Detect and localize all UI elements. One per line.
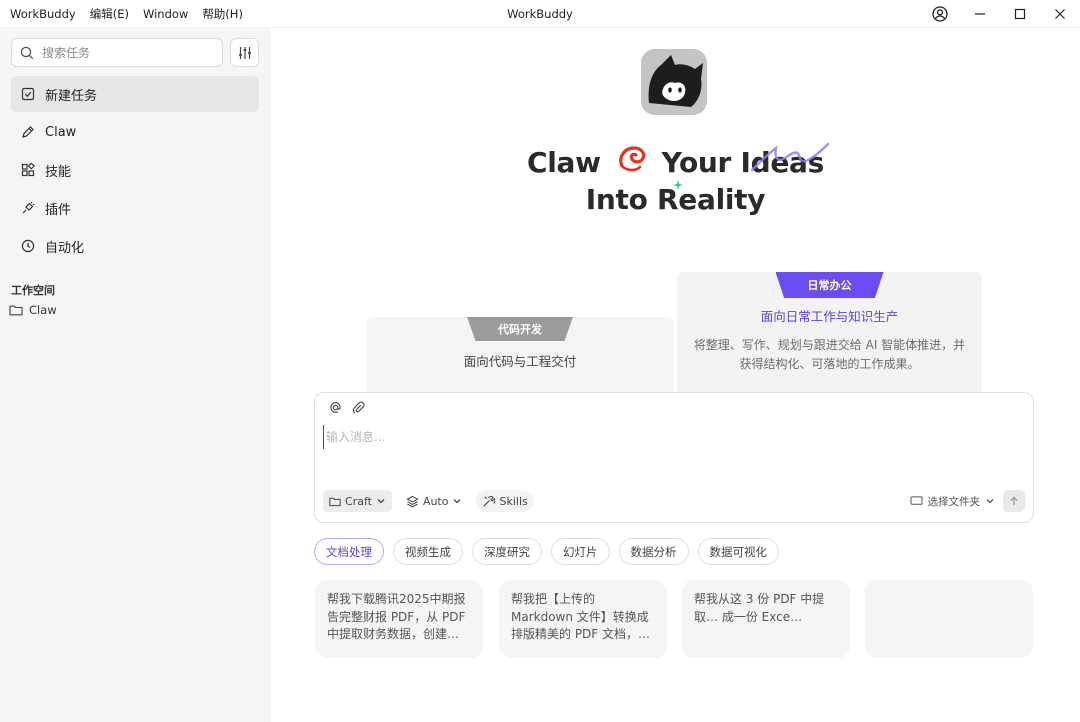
message-input[interactable] (323, 425, 1023, 449)
category-chips: 文档处理 视频生成 深度研究 幻灯片 数据分析 数据可视化 (314, 538, 779, 565)
chip-deep-research[interactable]: 深度研究 (472, 538, 542, 565)
hero-headline-line1: Claw Your Ideas (271, 142, 1080, 179)
suggestion-card[interactable]: 帮我下载腾讯2025中期报告完整财报 PDF，从 PDF 中提取财务数据，创建一… (315, 580, 483, 658)
mode-description-office: 将整理、写作、规划与跟进交给 AI 智能体推进，并获得结构化、可落地的工作成果。 (693, 338, 966, 371)
composer-actions: 选择文件夹 (909, 490, 1025, 512)
model-select-label: Auto (422, 494, 449, 508)
suggestion-card[interactable] (865, 580, 1033, 658)
chevron-down-icon (986, 499, 994, 504)
message-composer: Craft Auto Skills 选择文件夹 (314, 392, 1034, 523)
chevron-down-icon (377, 499, 385, 504)
close-button[interactable] (1040, 0, 1080, 28)
folder-select[interactable]: 选择文件夹 (909, 494, 996, 509)
mode-subtitle-dev: 面向代码与工程交付 (463, 354, 577, 369)
user-circle-icon (932, 6, 948, 22)
sidebar-item-new-task[interactable]: 新建任务 (11, 76, 259, 112)
chip-data-analysis[interactable]: 数据分析 (618, 538, 689, 565)
search-icon (20, 46, 34, 59)
sidebar-item-label: Claw (45, 124, 77, 140)
search-input[interactable] (40, 44, 210, 61)
folder-icon (329, 497, 341, 506)
folder-icon (9, 304, 23, 316)
sidebar-item-claw[interactable]: Claw (11, 114, 259, 150)
mode-badge-office: 日常办公 (775, 272, 884, 298)
mode-badge-dev: 代码开发 (467, 317, 573, 341)
send-button[interactable] (1003, 490, 1025, 512)
search-box (11, 38, 223, 67)
chip-data-visualization[interactable]: 数据可视化 (697, 538, 779, 565)
workspace-title: 工作空间 (11, 284, 55, 297)
minimize-button[interactable] (960, 0, 1000, 28)
menu-app[interactable]: WorkBuddy (10, 7, 76, 21)
mode-card-office[interactable]: 日常办公 面向日常工作与知识生产 将整理、写作、规划与跟进交给 AI 智能体推进… (677, 272, 982, 397)
sliders-icon (238, 46, 251, 59)
cat-mascot-icon (641, 49, 707, 115)
window-controls (920, 0, 1080, 28)
maximize-button[interactable] (1000, 0, 1040, 28)
arrow-up-icon (1010, 496, 1018, 505)
skills-label: Skills (499, 494, 528, 508)
sparkle-icon (673, 180, 683, 190)
pen-icon (20, 124, 36, 140)
sidebar-item-label: 自动化 (45, 240, 85, 256)
mode-subtitle-office: 面向日常工作与知识生产 (760, 309, 899, 324)
plug-icon (20, 200, 36, 216)
layers-icon (406, 495, 419, 507)
sidebar-nav: 新建任务 Claw 技能 插件 自动化 (11, 76, 259, 266)
monitor-icon (909, 495, 923, 505)
tools-icon (483, 495, 496, 507)
chip-video-generation[interactable]: 视频生成 (393, 538, 463, 565)
paperclip-icon[interactable] (352, 401, 365, 414)
model-select-auto[interactable]: Auto (400, 490, 469, 512)
mode-card-dev[interactable]: 代码开发 面向代码与工程交付 (367, 317, 673, 397)
clock-icon (20, 238, 36, 254)
suggestion-card[interactable]: 帮我从这 3 份 PDF 中提取… 成一份 Exce… (682, 580, 850, 658)
mode-select-label: Craft (345, 494, 372, 508)
chip-doc-processing[interactable]: 文档处理 (314, 538, 384, 565)
chip-slides[interactable]: 幻灯片 (551, 538, 610, 565)
maximize-icon (1014, 8, 1026, 20)
workspace-item-label: Claw (29, 303, 57, 317)
sidebar-item-label: 插件 (45, 202, 72, 218)
edit-square-icon (20, 86, 36, 102)
suggestion-card[interactable]: 帮我把【上传的 Markdown 文件】转换成排版精美的 PDF 文档，要求：自… (499, 580, 667, 658)
main-panel: Claw Your Ideas Into Reality 代码开发 面向代码与工… (271, 28, 1080, 722)
sidebar: 新建任务 Claw 技能 插件 自动化 工作空间 (0, 28, 271, 722)
shrimp-icon (619, 146, 646, 172)
folder-select-label: 选择文件夹 (927, 495, 981, 508)
close-icon (1055, 9, 1065, 19)
chevron-down-icon (454, 499, 461, 504)
sidebar-item-plugins[interactable]: 插件 (11, 190, 259, 226)
at-mention-icon[interactable] (329, 401, 342, 414)
menu-bar: WorkBuddy 编辑(E) Window 帮助(H) (0, 6, 243, 22)
suggestion-text: 帮我把【上传的 Markdown 文件】转换成排版精美的 PDF 文档，要求：自… (511, 592, 651, 641)
sidebar-item-skills[interactable]: 技能 (11, 152, 259, 188)
blocks-icon (20, 162, 36, 178)
filter-button[interactable] (230, 38, 259, 67)
menu-help[interactable]: 帮助(H) (202, 6, 243, 22)
menu-edit[interactable]: 编辑(E) (90, 6, 129, 22)
suggestion-text: 帮我下载腾讯2025中期报告完整财报 PDF，从 PDF 中提取财务数据，创建一… (327, 592, 466, 641)
menu-window[interactable]: Window (143, 7, 188, 21)
sidebar-item-automation[interactable]: 自动化 (11, 228, 259, 264)
workspace-item-claw[interactable]: Claw (9, 303, 57, 317)
sidebar-item-label: 技能 (45, 164, 72, 180)
minimize-icon (975, 13, 985, 15)
mode-select-craft[interactable]: Craft (323, 490, 392, 512)
sidebar-item-label: 新建任务 (45, 88, 98, 104)
composer-options: Craft Auto Skills (323, 490, 534, 512)
title-bar: WorkBuddy 编辑(E) Window 帮助(H) WorkBuddy (0, 0, 1080, 28)
app-logo (641, 49, 707, 115)
hero-word-claw: Claw (526, 146, 601, 179)
composer-tools (329, 401, 365, 414)
suggestion-text: 帮我从这 3 份 PDF 中提取… 成一份 Exce… (694, 592, 825, 624)
scribble-decoration-icon (750, 142, 830, 172)
account-button[interactable] (920, 0, 960, 28)
skills-button[interactable]: Skills (476, 490, 534, 512)
